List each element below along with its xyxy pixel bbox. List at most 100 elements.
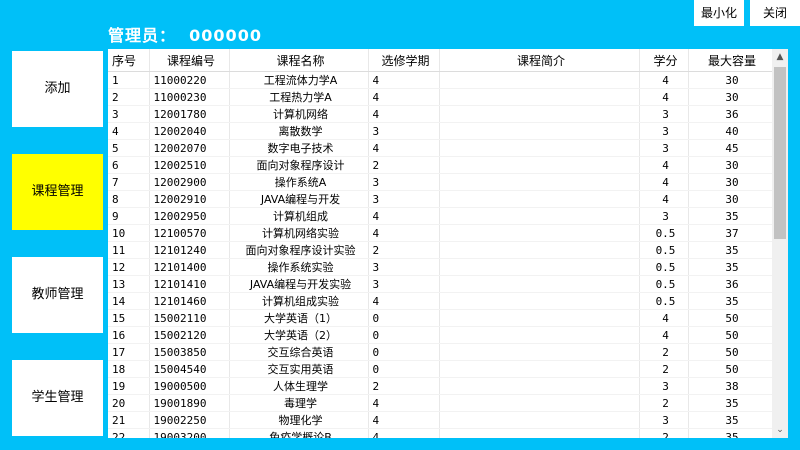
cell-course-name[interactable]: JAVA编程与开发 xyxy=(229,190,369,208)
cell-credit[interactable]: 2 xyxy=(639,394,689,412)
table-row[interactable]: 1 11000220 工程流体力学A 4 4 30 xyxy=(108,71,773,89)
cell-course-code[interactable]: 12002040 xyxy=(149,122,230,140)
cell-course-code[interactable]: 12101400 xyxy=(149,258,230,276)
column-header-description[interactable]: 课程简介 xyxy=(439,49,640,72)
cell-course-code[interactable]: 11000220 xyxy=(149,71,230,89)
cell-seq[interactable]: 21 xyxy=(108,411,150,429)
cell-credit[interactable]: 3 xyxy=(639,411,689,429)
cell-description[interactable] xyxy=(439,88,640,106)
cell-course-code[interactable]: 12001780 xyxy=(149,105,230,123)
cell-course-name[interactable]: 计算机网络 xyxy=(229,105,369,123)
cell-capacity[interactable]: 38 xyxy=(688,377,773,395)
cell-capacity[interactable]: 35 xyxy=(688,207,773,225)
cell-course-name[interactable]: 数字电子技术 xyxy=(229,139,369,157)
cell-semester[interactable]: 3 xyxy=(368,173,440,191)
cell-capacity[interactable]: 50 xyxy=(688,343,773,361)
cell-semester[interactable]: 4 xyxy=(368,139,440,157)
cell-capacity[interactable]: 36 xyxy=(688,275,773,293)
table-row[interactable]: 22 19003200 免疫学概论B 4 2 35 xyxy=(108,428,773,438)
cell-course-code[interactable]: 15002110 xyxy=(149,309,230,327)
cell-credit[interactable]: 0.5 xyxy=(639,258,689,276)
cell-credit[interactable]: 2 xyxy=(639,428,689,438)
cell-semester[interactable]: 0 xyxy=(368,343,440,361)
cell-credit[interactable]: 2 xyxy=(639,343,689,361)
cell-course-name[interactable]: 物理化学 xyxy=(229,411,369,429)
cell-course-name[interactable]: 工程热力学A xyxy=(229,88,369,106)
table-row[interactable]: 21 19002250 物理化学 4 3 35 xyxy=(108,411,773,429)
cell-course-name[interactable]: 操作系统实验 xyxy=(229,258,369,276)
cell-seq[interactable]: 11 xyxy=(108,241,150,259)
table-row[interactable]: 20 19001890 毒理学 4 2 35 xyxy=(108,394,773,412)
cell-course-name[interactable]: 面向对象程序设计实验 xyxy=(229,241,369,259)
cell-credit[interactable]: 0.5 xyxy=(639,224,689,242)
sidebar-item-add[interactable]: 添加 xyxy=(12,51,103,127)
cell-course-name[interactable]: 操作系统A xyxy=(229,173,369,191)
cell-course-name[interactable]: 交互综合英语 xyxy=(229,343,369,361)
cell-semester[interactable]: 0 xyxy=(368,326,440,344)
table-row[interactable]: 8 12002910 JAVA编程与开发 3 4 30 xyxy=(108,190,773,208)
table-row[interactable]: 18 15004540 交互实用英语 0 2 50 xyxy=(108,360,773,378)
column-header-seq[interactable]: 序号 xyxy=(108,49,150,72)
cell-course-name[interactable]: 毒理学 xyxy=(229,394,369,412)
cell-capacity[interactable]: 35 xyxy=(688,241,773,259)
cell-capacity[interactable]: 40 xyxy=(688,122,773,140)
cell-description[interactable] xyxy=(439,343,640,361)
cell-seq[interactable]: 8 xyxy=(108,190,150,208)
cell-capacity[interactable]: 30 xyxy=(688,190,773,208)
cell-capacity[interactable]: 35 xyxy=(688,292,773,310)
cell-capacity[interactable]: 37 xyxy=(688,224,773,242)
cell-semester[interactable]: 4 xyxy=(368,71,440,89)
cell-seq[interactable]: 9 xyxy=(108,207,150,225)
table-row[interactable]: 5 12002070 数字电子技术 4 3 45 xyxy=(108,139,773,157)
column-header-semester[interactable]: 选修学期 xyxy=(368,49,440,72)
table-row[interactable]: 4 12002040 离散数学 3 3 40 xyxy=(108,122,773,140)
cell-credit[interactable]: 3 xyxy=(639,105,689,123)
cell-semester[interactable]: 4 xyxy=(368,292,440,310)
cell-capacity[interactable]: 50 xyxy=(688,360,773,378)
cell-course-name[interactable]: 计算机组成实验 xyxy=(229,292,369,310)
cell-course-name[interactable]: 离散数学 xyxy=(229,122,369,140)
cell-credit[interactable]: 3 xyxy=(639,122,689,140)
minimize-button[interactable]: 最小化 xyxy=(694,0,744,26)
table-row[interactable]: 6 12002510 面向对象程序设计 2 4 30 xyxy=(108,156,773,174)
cell-course-code[interactable]: 15004540 xyxy=(149,360,230,378)
table-row[interactable]: 3 12001780 计算机网络 4 3 36 xyxy=(108,105,773,123)
cell-credit[interactable]: 0.5 xyxy=(639,292,689,310)
cell-course-code[interactable]: 12002950 xyxy=(149,207,230,225)
table-row[interactable]: 2 11000230 工程热力学A 4 4 30 xyxy=(108,88,773,106)
cell-seq[interactable]: 17 xyxy=(108,343,150,361)
sidebar-item-teacher-management[interactable]: 教师管理 xyxy=(12,257,103,333)
cell-semester[interactable]: 2 xyxy=(368,241,440,259)
cell-course-name[interactable]: 免疫学概论B xyxy=(229,428,369,438)
scroll-down-icon[interactable]: ⌄ xyxy=(772,422,788,438)
cell-seq[interactable]: 2 xyxy=(108,88,150,106)
cell-seq[interactable]: 22 xyxy=(108,428,150,438)
sidebar-item-student-management[interactable]: 学生管理 xyxy=(12,360,103,436)
cell-seq[interactable]: 18 xyxy=(108,360,150,378)
cell-description[interactable] xyxy=(439,190,640,208)
cell-seq[interactable]: 7 xyxy=(108,173,150,191)
cell-credit[interactable]: 4 xyxy=(639,156,689,174)
column-header-course-name[interactable]: 课程名称 xyxy=(229,49,369,72)
cell-seq[interactable]: 4 xyxy=(108,122,150,140)
cell-capacity[interactable]: 30 xyxy=(688,156,773,174)
cell-description[interactable] xyxy=(439,173,640,191)
table-row[interactable]: 9 12002950 计算机组成 4 3 35 xyxy=(108,207,773,225)
vertical-scrollbar[interactable]: ▲ ⌄ xyxy=(772,49,788,438)
cell-capacity[interactable]: 30 xyxy=(688,173,773,191)
cell-semester[interactable]: 3 xyxy=(368,122,440,140)
cell-semester[interactable]: 3 xyxy=(368,190,440,208)
cell-capacity[interactable]: 30 xyxy=(688,71,773,89)
cell-credit[interactable]: 0.5 xyxy=(639,275,689,293)
cell-capacity[interactable]: 30 xyxy=(688,88,773,106)
cell-description[interactable] xyxy=(439,139,640,157)
cell-semester[interactable]: 2 xyxy=(368,156,440,174)
cell-capacity[interactable]: 50 xyxy=(688,309,773,327)
cell-description[interactable] xyxy=(439,224,640,242)
cell-credit[interactable]: 4 xyxy=(639,173,689,191)
cell-course-code[interactable]: 19003200 xyxy=(149,428,230,438)
cell-capacity[interactable]: 35 xyxy=(688,428,773,438)
cell-capacity[interactable]: 35 xyxy=(688,411,773,429)
cell-semester[interactable]: 3 xyxy=(368,258,440,276)
cell-capacity[interactable]: 50 xyxy=(688,326,773,344)
